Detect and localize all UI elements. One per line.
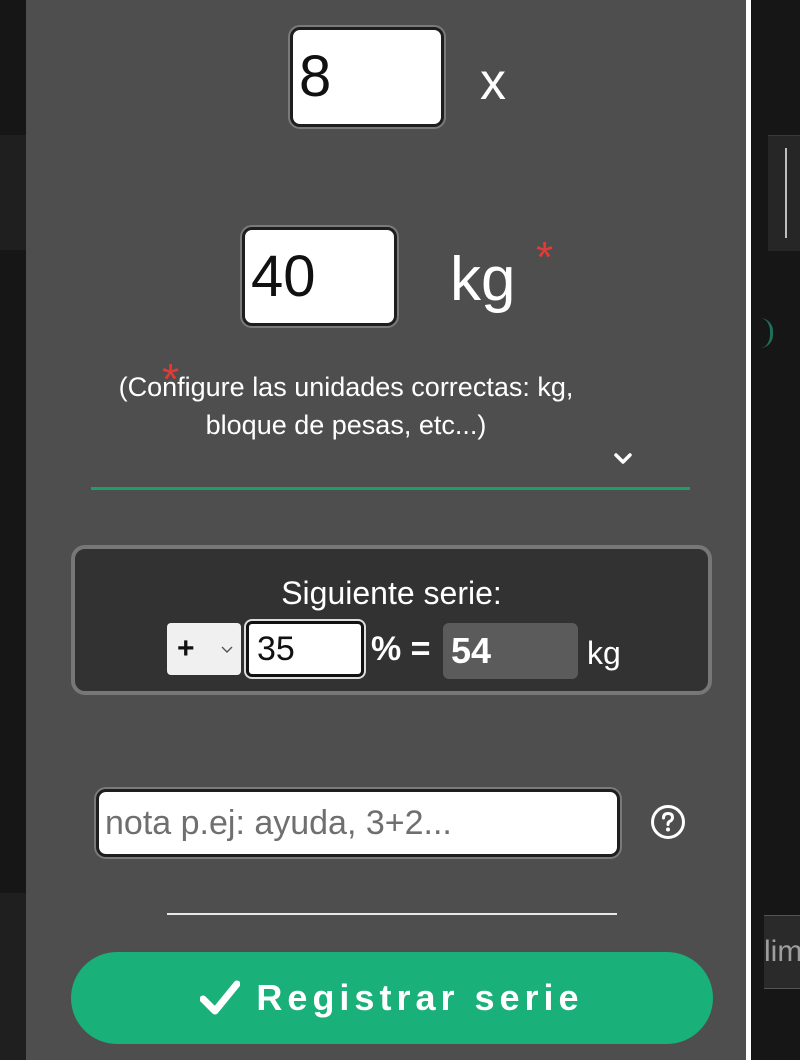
sign-selected-value: + <box>177 632 195 665</box>
modal-edge <box>746 0 751 1060</box>
log-set-modal: 8 x 40 kg * * (Configure las unidades co… <box>26 0 746 1060</box>
weight-unit-label: kg <box>450 245 516 314</box>
divider <box>167 913 617 915</box>
help-icon[interactable] <box>650 804 686 840</box>
next-weight-result: 54 <box>443 623 578 679</box>
next-set-title: Siguiente serie: <box>281 575 502 611</box>
next-set-panel: Siguiente serie: + 35 % = 54 kg <box>71 545 712 695</box>
background-scrollbar <box>785 148 787 238</box>
reps-value: 8 <box>299 44 332 109</box>
sign-select[interactable]: + <box>167 623 241 675</box>
background-row <box>0 893 26 1060</box>
note-input[interactable] <box>96 789 620 857</box>
percent-input[interactable]: 35 <box>246 621 364 677</box>
percent-equals-label: % = <box>371 630 431 668</box>
register-set-label: Registrar serie <box>256 977 584 1018</box>
background-panel <box>768 135 800 251</box>
weight-input[interactable]: 40 <box>242 227 397 326</box>
percent-value: 35 <box>257 630 295 668</box>
required-star: * <box>536 233 554 282</box>
next-weight-unit: kg <box>587 635 621 671</box>
weight-value: 40 <box>251 243 316 309</box>
units-note-text: (Configure las unidades correctas: kg, b… <box>118 372 574 440</box>
multiply-symbol: x <box>480 53 506 111</box>
register-set-button[interactable]: Registrar serie <box>71 952 713 1044</box>
reps-input[interactable]: 8 <box>290 27 444 127</box>
next-weight-value: 54 <box>451 630 492 671</box>
units-select[interactable]: (Configure las unidades correctas: kg, b… <box>96 368 596 444</box>
chevron-down-icon <box>221 646 233 653</box>
background-button: lim <box>764 915 800 989</box>
background-row <box>0 135 26 250</box>
select-underline <box>91 487 690 490</box>
check-icon <box>200 980 241 1015</box>
background-button-label: lim <box>764 935 800 968</box>
chevron-down-icon[interactable] <box>614 449 632 467</box>
